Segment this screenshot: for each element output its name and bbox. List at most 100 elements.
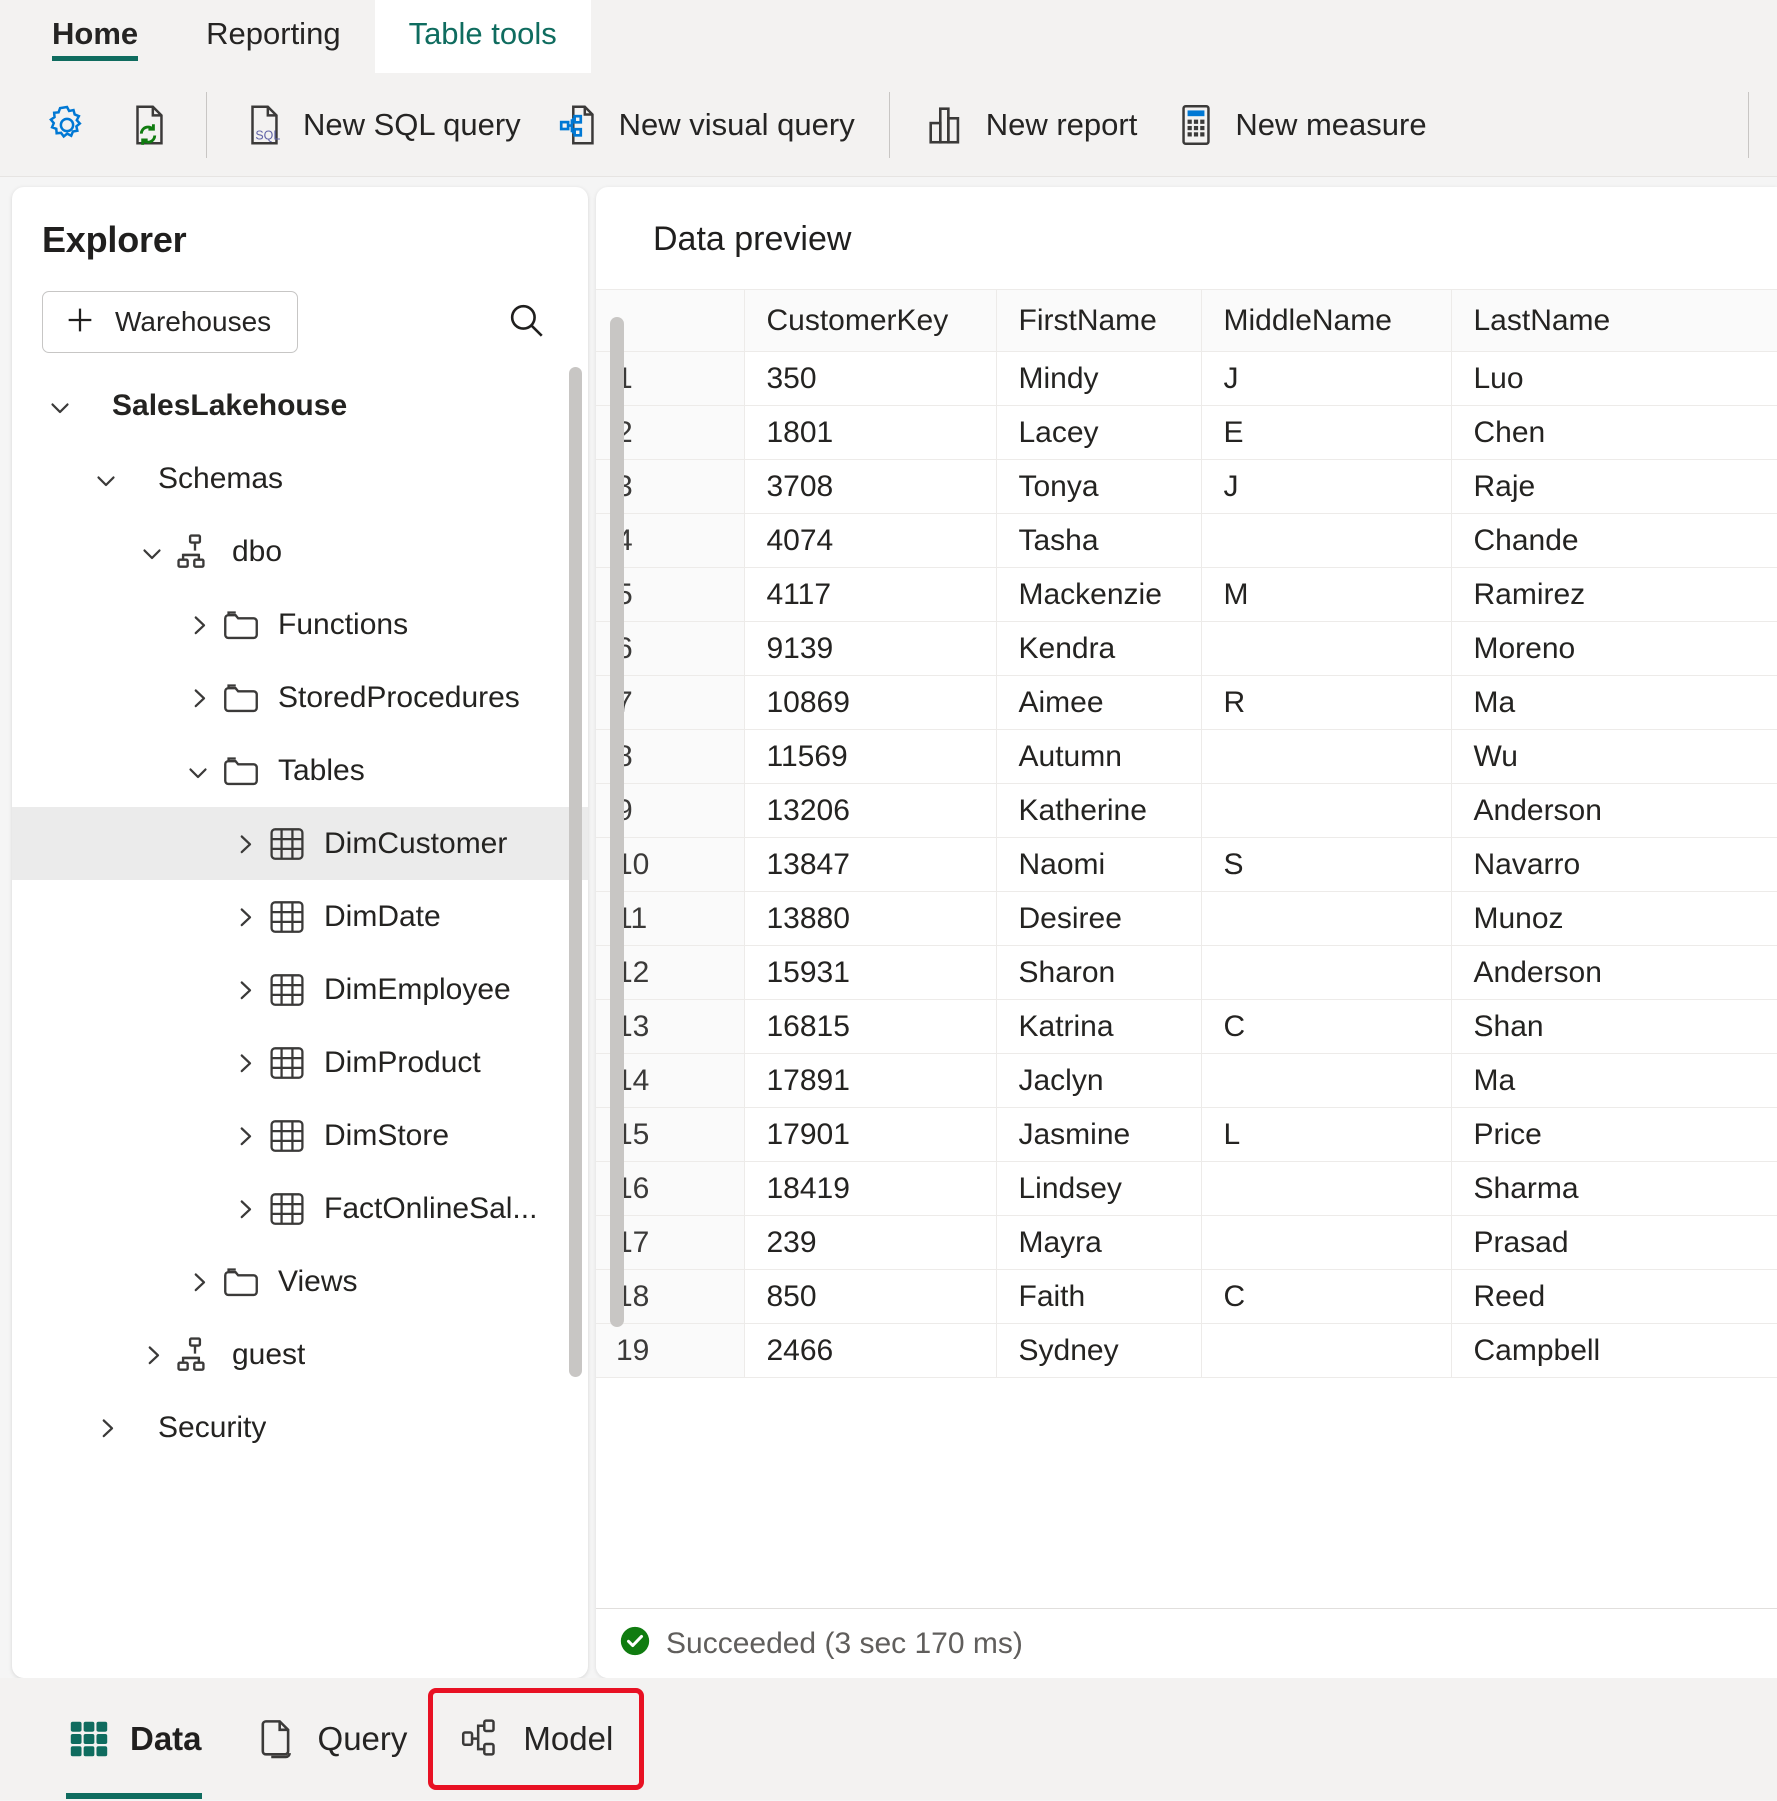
tree-item-label: Views [278,1264,358,1298]
tree-item-views[interactable]: Views [12,1245,588,1318]
query-status-bar: Succeeded (3 sec 170 ms) [596,1608,1777,1678]
tab-home[interactable]: Home [18,0,172,73]
table-cell: 4074 [744,513,997,568]
tab-reporting[interactable]: Reporting [172,0,374,73]
bottom-nav-item-model[interactable]: Model [428,1688,645,1790]
table-cell: Tasha [996,513,1202,568]
table-cell: Anderson [1451,783,1777,838]
bottom-nav-item-query[interactable]: Query [228,1693,434,1785]
bar-chart-icon [924,102,970,148]
tree-item-security[interactable]: Security [12,1391,588,1464]
table-icon [266,1188,308,1230]
explorer-scrollbar[interactable] [569,367,582,1377]
tree-item-dimstore[interactable]: DimStore [12,1099,588,1172]
table-row[interactable]: 15 17901 Jasmine L Price [596,1107,1777,1162]
chevron-right-icon[interactable] [222,1114,266,1158]
new-visual-query-button[interactable]: New visual query [539,90,873,160]
table-row[interactable]: 3 3708 Tonya J Raje [596,459,1777,514]
new-sql-query-label: New SQL query [303,106,521,142]
chevron-down-icon[interactable] [84,457,128,501]
table-row[interactable]: 17 239 Mayra Prasad [596,1215,1777,1270]
tree-item-dimcustomer[interactable]: DimCustomer [12,807,588,880]
tree-item-functions[interactable]: Functions [12,588,588,661]
explorer-search-button[interactable] [498,294,554,350]
tree-item-guest[interactable]: guest [12,1318,588,1391]
tree-item-tables[interactable]: Tables [12,734,588,807]
table-row[interactable]: 11 13880 Desiree Munoz [596,891,1777,946]
new-measure-label: New measure [1235,106,1427,142]
table-cell: 17901 [744,1107,997,1162]
chevron-right-icon[interactable] [176,1260,220,1304]
toolbar-divider-3 [1748,91,1749,158]
data-grid-scrollbar[interactable] [610,317,624,1327]
add-warehouses-button[interactable]: Warehouses [42,291,299,353]
settings-gear-icon [44,102,90,148]
chevron-down-icon[interactable] [130,530,174,574]
column-header-middlename[interactable]: MiddleName [1201,289,1452,352]
chevron-right-icon[interactable] [222,1187,266,1231]
tree-item-label: DimStore [324,1118,450,1152]
tree-item-dimproduct[interactable]: DimProduct [12,1026,588,1099]
table-row[interactable]: 9 13206 Katherine Anderson [596,783,1777,838]
new-measure-button[interactable]: New measure [1155,90,1444,160]
table-cell: S [1201,837,1452,892]
sql-file-icon: SQL [241,102,287,148]
folder-icon [220,1261,262,1303]
tree-item-storedprocedures[interactable]: StoredProcedures [12,661,588,734]
table-row[interactable]: 2 1801 Lacey E Chen [596,405,1777,460]
table-row[interactable]: 5 4117 Mackenzie M Ramirez [596,567,1777,622]
chevron-right-icon[interactable] [222,822,266,866]
table-row[interactable]: 8 11569 Autumn Wu [596,729,1777,784]
table-row[interactable]: 10 13847 Naomi S Navarro [596,837,1777,892]
tree-item-factonlinesal[interactable]: FactOnlineSal... [12,1172,588,1245]
chevron-right-icon[interactable] [222,895,266,939]
table-cell: 3708 [744,459,997,514]
chevron-right-icon[interactable] [176,676,220,720]
table-row[interactable]: 16 18419 Lindsey Sharma [596,1161,1777,1216]
table-icon [266,969,308,1011]
success-check-icon [618,1624,652,1663]
column-header-lastname[interactable]: LastName [1451,289,1777,352]
chevron-right-icon[interactable] [84,1406,128,1450]
table-cell: Chande [1451,513,1777,568]
chevron-right-icon[interactable] [222,1041,266,1085]
chevron-right-icon[interactable] [176,603,220,647]
chevron-right-icon[interactable] [222,968,266,1012]
new-sql-query-button[interactable]: SQL New SQL query [223,90,539,160]
tree-item-dimdate[interactable]: DimDate [12,880,588,953]
table-row[interactable]: 19 2466 Sydney Campbell [596,1323,1777,1378]
refresh-button[interactable] [108,90,190,160]
chevron-right-icon[interactable] [130,1333,174,1377]
visual-query-icon [557,102,603,148]
table-row[interactable]: 12 15931 Sharon Anderson [596,945,1777,1000]
chevron-down-icon[interactable] [176,749,220,793]
table-row[interactable]: 14 17891 Jaclyn Ma [596,1053,1777,1108]
table-cell: Aimee [996,675,1202,730]
tree-item-dimemployee[interactable]: DimEmployee [12,953,588,1026]
column-header-firstname[interactable]: FirstName [996,289,1202,352]
table-row[interactable]: 4 4074 Tasha Chande [596,513,1777,568]
bottom-nav-item-data[interactable]: Data [40,1693,228,1799]
chevron-down-icon[interactable] [38,384,82,428]
settings-button[interactable] [26,90,108,160]
table-cell: 18419 [744,1161,997,1216]
table-row[interactable]: 1 350 Mindy J Luo [596,351,1777,406]
tab-table-tools[interactable]: Table tools [374,0,591,73]
tree-item-saleslakehouse[interactable]: SalesLakehouse [12,369,588,442]
column-header-customerkey[interactable]: CustomerKey [744,289,997,352]
table-cell: Autumn [996,729,1202,784]
tree-item-schemas[interactable]: Schemas [12,442,588,515]
table-cell [1201,1053,1452,1108]
table-row[interactable]: 18 850 Faith C Reed [596,1269,1777,1324]
table-row[interactable]: 6 9139 Kendra Moreno [596,621,1777,676]
data-preview-title: Data preview [653,220,852,258]
table-row[interactable]: 7 10869 Aimee R Ma [596,675,1777,730]
tree-item-dbo[interactable]: dbo [12,515,588,588]
new-report-button[interactable]: New report [906,90,1156,160]
table-cell: Ma [1451,675,1777,730]
table-cell: Katrina [996,999,1202,1054]
table-row[interactable]: 13 16815 Katrina C Shan [596,999,1777,1054]
row-number-cell: 19 [596,1323,745,1378]
table-cell: Wu [1451,729,1777,784]
toolbar-divider-1 [206,91,207,158]
